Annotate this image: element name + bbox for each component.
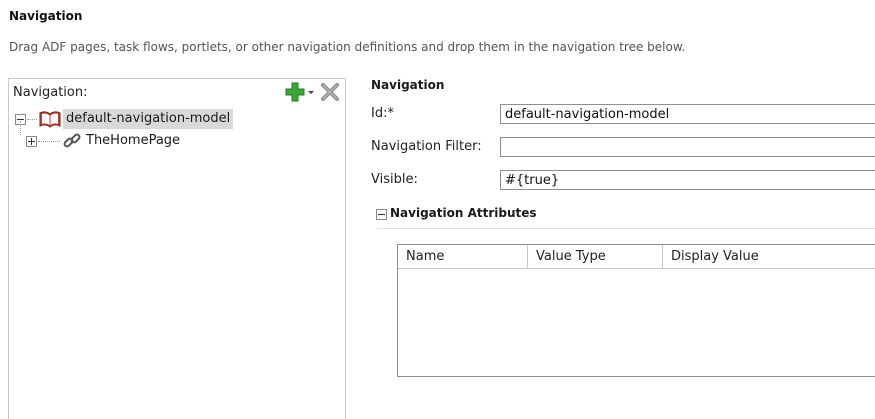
properties-title: Navigation: [371, 78, 445, 92]
section-divider: [377, 228, 875, 229]
expand-toggle[interactable]: [26, 136, 37, 147]
navigation-filter-input[interactable]: [500, 137, 875, 157]
page-description: Drag ADF pages, task flows, portlets, or…: [9, 40, 686, 54]
tree-connector: [27, 119, 37, 120]
tree-node-label[interactable]: default-navigation-model: [63, 109, 234, 129]
tree-header-label: Navigation:: [13, 85, 88, 100]
tree-connector: [20, 121, 21, 135]
navigation-tree-panel: Navigation: default-navigation-model The…: [8, 78, 346, 419]
column-header-name[interactable]: Name: [398, 245, 527, 269]
column-header-value-type[interactable]: Value Type: [527, 245, 662, 269]
tree-node-root[interactable]: default-navigation-model: [9, 109, 345, 129]
navigation-filter-label: Navigation Filter:: [371, 139, 482, 154]
visible-label: Visible:: [371, 172, 418, 187]
tree-toolbar: Navigation:: [9, 79, 345, 105]
page-title: Navigation: [9, 9, 83, 23]
tree-node-label[interactable]: TheHomePage: [86, 131, 180, 151]
attributes-table: Name Value Type Display Value: [397, 244, 875, 377]
delete-button[interactable]: [319, 82, 341, 102]
add-plus-icon: [285, 82, 314, 102]
tree-connector: [38, 141, 60, 142]
link-icon: [62, 132, 82, 157]
section-collapse-toggle[interactable]: [376, 209, 387, 220]
visible-input[interactable]: [500, 170, 875, 190]
delete-x-icon: [321, 83, 339, 101]
tree-node-child[interactable]: TheHomePage: [9, 121, 345, 151]
id-label: Id:*: [371, 106, 394, 121]
section-title: Navigation Attributes: [390, 206, 537, 220]
column-header-display-value[interactable]: Display Value: [662, 245, 875, 269]
id-input[interactable]: [500, 104, 875, 124]
add-button[interactable]: [285, 82, 315, 102]
